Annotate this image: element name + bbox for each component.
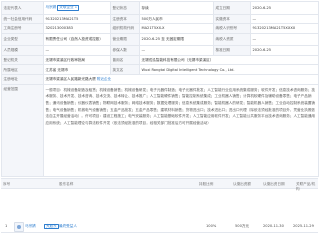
shareholder-header: 序号 股东名称 持股比例 认缴出资额 认缴出资日期 关联产品/机构 xyxy=(1,179,318,191)
shareholder-name[interactable]: 马宗婧 xyxy=(25,224,36,229)
beneficiary-link[interactable]: 最终受益人 xyxy=(59,224,77,229)
address-cell: 无锡市梁溪区人民路新光路大厦附近企业 xyxy=(43,73,319,85)
tag-badge: 大股东 xyxy=(44,223,59,230)
scope-cell: 一般项目：机械设备制造及租赁；机械设备销售；机械设备研发；电子元器件制造；电子元… xyxy=(43,83,319,177)
basic-info-table: 法定代表人 马宗婧 关联企业 1 登记状态 存续 成立日期 2020-6-25 统… xyxy=(1,1,319,177)
person-icon xyxy=(16,224,22,230)
scope-text: 一般项目：机械设备制造及租赁；机械设备销售；机械设备研发；电子元器件制造；电子元… xyxy=(45,87,316,126)
legal-rep-value[interactable]: 马宗婧 关联企业 1 xyxy=(43,1,111,15)
table-row[interactable]: 1 马宗婧 大股东 最终受益人 100% 500万元 2020-11-30 20… xyxy=(1,220,318,233)
avatar xyxy=(14,222,24,232)
scope-label: 经营范围 xyxy=(1,83,44,177)
label: 法定代表人 xyxy=(1,1,44,15)
nearby-link[interactable]: 附近企业 xyxy=(97,77,111,81)
related-badge[interactable]: 关联企业 1 xyxy=(57,4,80,11)
